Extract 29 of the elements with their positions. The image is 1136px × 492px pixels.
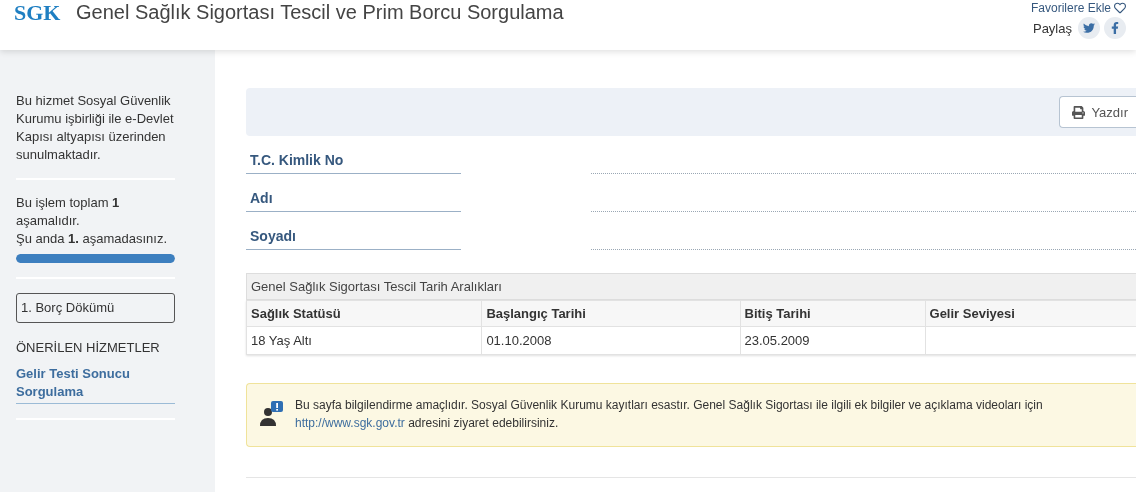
heart-icon <box>1114 2 1126 14</box>
column-header: Gelir Seviyesi <box>925 300 1136 327</box>
page-title: Genel Sağlık Sigortası Tescil ve Prim Borcu Sorgulama <box>76 1 564 24</box>
facebook-icon[interactable] <box>1104 17 1126 39</box>
sgk-link[interactable]: http://www.sgk.gov.tr <box>295 416 405 430</box>
table-cell: 23.05.2009 <box>740 326 926 355</box>
column-header: Sağlık Statüsü <box>246 300 482 327</box>
service-info-text: Bu hizmet Sosyal Güvenlik Kurumu işbirliği ile e-Devlet Kapısı altyapısı üzerinden sunulmaktadır. <box>16 92 175 164</box>
table-cell: 18 Yaş Altı <box>246 326 482 355</box>
twitter-icon[interactable] <box>1078 17 1100 39</box>
share-label: Paylaş <box>1032 20 1072 36</box>
logo[interactable]: SGK <box>0 2 76 24</box>
table-caption: Genel Sağlık Sigortası Tescil Tarih Aralıkları <box>246 273 1136 300</box>
favorites-link[interactable]: Favorilere Ekle <box>1030 1 1126 15</box>
recommended-heading: ÖNERİLEN HİZMETLER <box>16 339 161 357</box>
printer-icon <box>1072 105 1086 119</box>
column-header: Başlangıç Tarihi <box>481 300 740 327</box>
current-step-text: Şu anda 1. aşamadasınız. <box>16 230 169 248</box>
step-item[interactable]: 1. Borç Dökümü <box>16 293 175 323</box>
steps-text: Bu işlem toplam 1 aşamalıdır. <box>16 194 121 230</box>
field-label: Soyadı <box>246 228 461 250</box>
field-label: T.C. Kimlik No <box>246 152 461 174</box>
notice-text: Bu sayfa bilgilendirme amaçlıdır. Sosyal Güvenlik Kurumu kayıtları esastır. Genel Sağlık Sigortası ile ilgili ek bilgiler ve açıklama videoları için http://www.sgk.gov.tr adresini ziyaret edebilirsiniz. <box>295 397 1043 432</box>
print-button[interactable]: Yazdır <box>1059 96 1136 128</box>
person-alert-icon <box>259 400 285 428</box>
column-header: Bitiş Tarihi <box>740 300 926 327</box>
recommended-link[interactable]: Gelir Testi Sonucu Sorgulama <box>16 365 175 404</box>
table-cell: 01.10.2008 <box>481 326 740 355</box>
field-label: Adı <box>246 190 461 212</box>
